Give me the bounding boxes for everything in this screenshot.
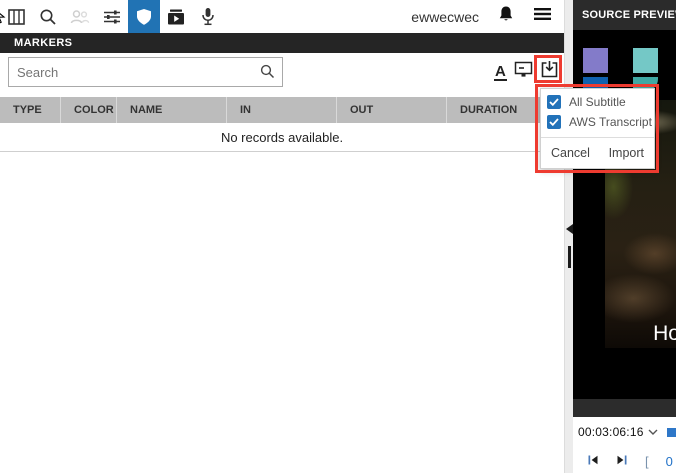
search-icon[interactable] (32, 0, 64, 33)
timecode-value: 00:03:06:16 (578, 425, 644, 439)
markers-tools-group: A (494, 60, 559, 84)
table-empty-message: No records available. (0, 123, 564, 152)
column-header-color[interactable]: COLOR (61, 97, 117, 123)
splitter-handle[interactable] (568, 246, 571, 268)
chevron-down-icon (648, 429, 658, 435)
option-all-subtitle[interactable]: All Subtitle (547, 95, 654, 109)
markers-panel-title: MARKERS (0, 33, 564, 53)
mark-in-icon[interactable]: [ (645, 456, 649, 468)
option-aws-transcript[interactable]: AWS Transcript (547, 115, 654, 129)
dropdown-footer: Cancel Import (541, 137, 654, 168)
import-dropdown: All Subtitle AWS Transcript Cancel Impor… (540, 88, 655, 169)
thumbnail-purple[interactable] (583, 48, 608, 73)
video-library-icon[interactable] (160, 0, 192, 33)
preview-controls: 00:03:06:16 (573, 417, 676, 473)
menu-icon[interactable] (533, 6, 552, 27)
notifications-bell-icon[interactable] (498, 5, 514, 28)
mouse-cursor-icon (0, 7, 6, 25)
users-icon[interactable] (64, 0, 96, 33)
settings-sliders-icon[interactable] (96, 0, 128, 33)
column-header-name[interactable]: NAME (117, 97, 227, 123)
search-input[interactable] (8, 57, 283, 87)
source-preview-panel: SOURCE PREVIEW Ho 00:03:06:16 (573, 0, 676, 473)
transport-controls: [ 0 (587, 453, 673, 471)
timecode-dropdown[interactable]: 00:03:06:16 (578, 425, 658, 439)
import-icon[interactable] (540, 60, 559, 84)
column-header-type[interactable]: TYPE (0, 97, 61, 123)
markers-table-header: TYPE COLOR NAME IN OUT DURATION (0, 97, 564, 123)
video-subtitle-text: Ho (653, 322, 676, 346)
search-box (8, 57, 283, 87)
text-format-icon[interactable]: A (494, 64, 507, 81)
thumbnail-teal-light[interactable] (633, 48, 658, 73)
collapse-panel-icon[interactable] (566, 224, 573, 234)
top-toolbar: ewwecwec (0, 0, 564, 33)
media-library-icon[interactable] (0, 0, 32, 33)
previous-frame-icon[interactable] (587, 453, 599, 471)
panel-splitter[interactable] (564, 0, 573, 473)
next-frame-icon[interactable] (616, 453, 628, 471)
option-label: All Subtitle (569, 95, 626, 109)
username[interactable]: ewwecwec (411, 9, 479, 25)
import-button[interactable]: Import (609, 146, 644, 160)
monitor-note-icon[interactable] (514, 60, 533, 84)
search-magnifier-icon (260, 64, 275, 79)
timecode-accent-chip (667, 428, 676, 437)
microphone-icon[interactable] (192, 0, 224, 33)
column-header-in[interactable]: IN (227, 97, 337, 123)
source-preview-title: SOURCE PREVIEW (573, 0, 676, 30)
cancel-button[interactable]: Cancel (551, 146, 590, 160)
checkbox-checked-icon[interactable] (547, 95, 561, 109)
preview-timeline-bar (573, 399, 676, 417)
app-window: ewwecwec MARKERS A (0, 0, 676, 473)
option-label: AWS Transcript (569, 115, 652, 129)
truncated-counter: 0 (666, 456, 673, 468)
column-header-out[interactable]: OUT (337, 97, 447, 123)
toolbar-right-group: ewwecwec (411, 5, 564, 28)
checkbox-checked-icon[interactable] (547, 115, 561, 129)
markers-shield-icon[interactable] (128, 0, 160, 33)
